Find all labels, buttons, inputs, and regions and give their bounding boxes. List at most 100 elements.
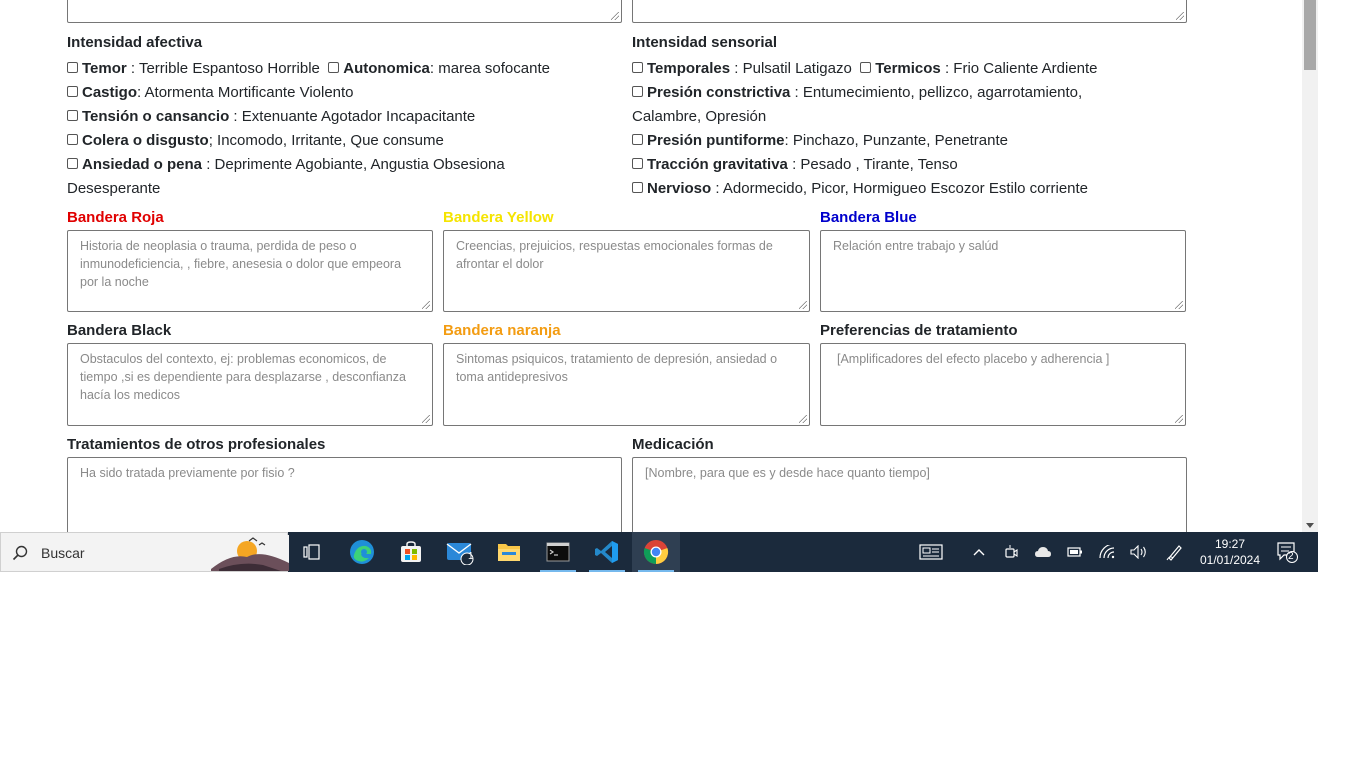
ansiedad-checkbox[interactable] [67, 158, 78, 169]
notifications-badge: 2 [1288, 551, 1294, 562]
otros-profesionales-placeholder: Ha sido tratada previamente por fisio ? [80, 466, 295, 480]
vscode-icon [595, 541, 618, 563]
mail-badge: 1 [468, 551, 474, 562]
otros-profesionales-textarea[interactable]: Ha sido tratada previamente por fisio ? [67, 457, 622, 532]
vscode-button[interactable] [583, 532, 631, 572]
bandera-naranja-placeholder: Sintomas psiquicos, tratamiento de depre… [456, 352, 778, 384]
mail-button[interactable]: 1 [436, 532, 484, 572]
autonomica-checkbox[interactable] [328, 62, 340, 73]
afectiva-row-1: Temor : Terrible Espantoso Horrible Auto… [67, 57, 550, 81]
resize-grip-icon[interactable] [799, 301, 807, 309]
afectiva-continuation: Desesperante [67, 180, 161, 197]
task-view-icon [303, 544, 320, 560]
terminal-icon [546, 542, 570, 562]
temporales-label: Temporales [647, 60, 731, 77]
presion-constrictiva-checkbox[interactable] [632, 86, 643, 97]
resize-grip-icon[interactable] [1175, 301, 1183, 309]
sensorial-row-4: Tracción gravitativa : Pesado , Tirante,… [632, 153, 958, 177]
sensorial-row-3: Presión puntiforme: Pinchazo, Punzante, … [632, 129, 1008, 153]
bandera-naranja-label: Bandera naranja [443, 322, 561, 339]
medicacion-placeholder: [Nombre, para que es y desde hace quanto… [645, 466, 930, 480]
bandera-black-textarea[interactable]: Obstaculos del contexto, ej: problemas e… [67, 343, 433, 426]
colera-checkbox[interactable] [67, 134, 78, 145]
volume-button[interactable] [1126, 532, 1152, 572]
store-button[interactable] [387, 532, 435, 572]
bandera-yellow-textarea[interactable]: Creencias, prejuicios, respuestas emocio… [443, 230, 810, 312]
top-left-textarea[interactable] [67, 0, 622, 23]
top-right-textarea[interactable] [632, 0, 1187, 23]
preferencias-placeholder: [Amplificadores del efecto placebo y adh… [837, 352, 1110, 366]
pen-workspace-button[interactable] [1162, 532, 1188, 572]
show-hidden-icons-button[interactable] [966, 532, 992, 572]
resize-grip-icon[interactable] [611, 12, 619, 20]
resize-grip-icon[interactable] [799, 415, 807, 423]
autonomica-label: Autonomica [343, 60, 430, 77]
traccion-label: Tracción gravitativa [647, 156, 788, 173]
terminal-button[interactable] [534, 532, 582, 572]
medicacion-label: Medicación [632, 436, 714, 453]
bandera-roja-textarea[interactable]: Historia de neoplasia o trauma, perdida … [67, 230, 433, 312]
pen-icon [1166, 545, 1182, 561]
bandera-naranja-textarea[interactable]: Sintomas psiquicos, tratamiento de depre… [443, 343, 810, 426]
web-page: Intensidad afectiva Temor : Terrible Esp… [0, 0, 1302, 532]
network-button[interactable] [1094, 532, 1120, 572]
camera-icon [1005, 545, 1018, 558]
chrome-icon [643, 540, 669, 565]
search-icon [12, 545, 28, 561]
sensorial-row-2: Presión constrictiva : Entumecimiento, p… [632, 81, 1082, 105]
notification-icon [1277, 542, 1298, 563]
sensorial-row-1: Temporales : Pulsatil Latigazo Termicos … [632, 57, 1098, 81]
battery-button[interactable] [1062, 532, 1088, 572]
onedrive-button[interactable] [1030, 532, 1056, 572]
presion-puntiforme-label: Presión puntiforme [647, 132, 785, 149]
temor-checkbox[interactable] [67, 62, 78, 73]
bandera-yellow-placeholder: Creencias, prejuicios, respuestas emocio… [456, 239, 773, 271]
resize-grip-icon[interactable] [422, 415, 430, 423]
vertical-scrollbar[interactable] [1302, 0, 1318, 532]
meet-now-button[interactable] [998, 532, 1024, 572]
news-widget-button[interactable] [912, 532, 950, 572]
termicos-checkbox[interactable] [860, 62, 872, 73]
resize-grip-icon[interactable] [422, 301, 430, 309]
scroll-down-arrow-icon[interactable] [1306, 523, 1314, 528]
chrome-button[interactable] [632, 532, 680, 572]
afectiva-row-2: Castigo: Atormenta Mortificante Violento [67, 81, 354, 105]
traccion-checkbox[interactable] [632, 158, 643, 169]
preferencias-label: Preferencias de tratamiento [820, 322, 1018, 339]
clock-button[interactable]: 19:27 01/01/2024 [1196, 536, 1264, 568]
temporales-checkbox[interactable] [632, 62, 643, 73]
ansiedad-label: Ansiedad o pena [82, 156, 203, 173]
temor-label: Temor [82, 60, 127, 77]
bandera-roja-placeholder: Historia de neoplasia o trauma, perdida … [80, 239, 402, 289]
nervioso-checkbox[interactable] [632, 182, 643, 193]
bandera-roja-label: Bandera Roja [67, 209, 164, 226]
presion-constrictiva-label: Presión constrictiva [647, 84, 791, 101]
task-view-button[interactable] [288, 532, 336, 572]
search-placeholder: Buscar [41, 545, 85, 561]
castigo-checkbox[interactable] [67, 86, 78, 97]
taskbar: Buscar 1 19:27 01/01/2024 2 [0, 532, 1318, 572]
bandera-blue-placeholder: Relación entre trabajo y salúd [833, 239, 999, 253]
news-icon [919, 544, 943, 560]
notifications-button[interactable]: 2 [1272, 532, 1302, 572]
termicos-label: Termicos [875, 60, 941, 77]
edge-icon [350, 540, 374, 564]
preferencias-textarea[interactable]: [Amplificadores del efecto placebo y adh… [820, 343, 1186, 426]
file-explorer-button[interactable] [485, 532, 533, 572]
tension-checkbox[interactable] [67, 110, 78, 121]
resize-grip-icon[interactable] [1175, 415, 1183, 423]
medicacion-textarea[interactable]: [Nombre, para que es y desde hace quanto… [632, 457, 1187, 532]
scrollbar-thumb[interactable] [1304, 0, 1316, 70]
bandera-blue-textarea[interactable]: Relación entre trabajo y salúd [820, 230, 1186, 312]
sensorial-title: Intensidad sensorial [632, 34, 778, 51]
folder-icon [498, 544, 520, 561]
bandera-yellow-label: Bandera Yellow [443, 209, 554, 226]
nervioso-label: Nervioso [647, 180, 712, 197]
search-highlight-illustration [211, 535, 289, 571]
resize-grip-icon[interactable] [1176, 12, 1184, 20]
afectiva-row-4: Colera o disgusto; Incomodo, Irritante, … [67, 129, 444, 153]
edge-button[interactable] [338, 532, 386, 572]
presion-puntiforme-checkbox[interactable] [632, 134, 643, 145]
taskbar-search-box[interactable]: Buscar [0, 532, 289, 572]
colera-label: Colera o disgusto [82, 132, 209, 149]
